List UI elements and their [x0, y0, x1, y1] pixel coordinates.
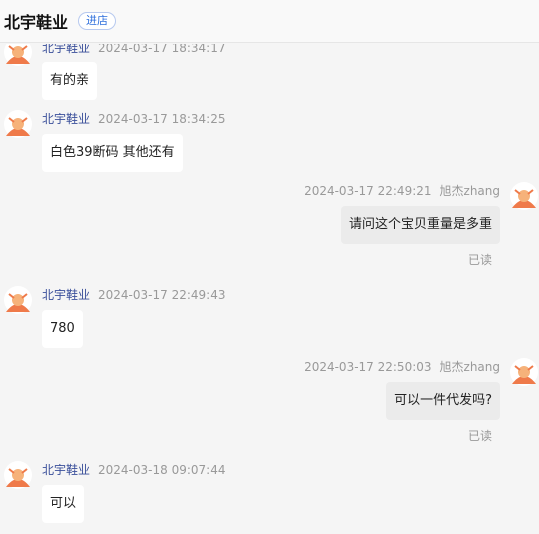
timestamp: 2024-03-17 22:49:21: [304, 184, 432, 198]
message-meta: 2024-03-17 22:50:03 旭杰zhang: [304, 358, 500, 375]
timestamp: 2024-03-18 09:07:44: [98, 463, 226, 477]
avatar-icon[interactable]: [510, 182, 538, 210]
message-bubble[interactable]: 有的亲: [42, 62, 98, 100]
message-list[interactable]: 北宇鞋业 2024-03-17 18:34:17 有的亲 北宇鞋业 2024-03-…: [0, 44, 539, 534]
message-meta: 北宇鞋业 2024-03-17 22:49:43: [42, 286, 225, 303]
avatar-icon[interactable]: [4, 110, 32, 138]
sender-name: 旭杰zhang: [439, 360, 500, 374]
message-bubble[interactable]: 780: [42, 310, 83, 348]
timestamp: 2024-03-17 18:34:25: [98, 112, 226, 126]
timestamp: 2024-03-17 22:49:43: [98, 288, 226, 302]
message-meta: 北宇鞋业 2024-03-17 18:34:17: [42, 44, 225, 56]
message-bubble[interactable]: 可以: [42, 485, 85, 523]
avatar-icon[interactable]: [4, 44, 32, 66]
timestamp: 2024-03-17 22:50:03: [304, 360, 432, 374]
message-bubble[interactable]: 可以一件代发吗?: [386, 382, 500, 420]
read-status: 已读: [467, 429, 492, 443]
message-meta: 2024-03-17 22:49:21 旭杰zhang: [304, 182, 500, 199]
timestamp: 2024-03-17 18:34:17: [98, 44, 226, 55]
shop-name[interactable]: 北宇鞋业: [4, 9, 68, 33]
read-status: 已读: [467, 253, 492, 267]
message-bubble[interactable]: 请问这个宝贝重量是多重: [340, 206, 500, 244]
sender-name[interactable]: 北宇鞋业: [42, 112, 90, 126]
sender-name[interactable]: 北宇鞋业: [42, 463, 90, 477]
message-bubble[interactable]: 白色39断码 其他还有: [42, 134, 183, 172]
avatar-icon[interactable]: [4, 286, 32, 314]
sender-name: 旭杰zhang: [439, 184, 500, 198]
sender-name[interactable]: 北宇鞋业: [42, 288, 90, 302]
avatar-icon[interactable]: [4, 461, 32, 489]
chat-header: 北宇鞋业 进店: [0, 0, 539, 43]
avatar-icon[interactable]: [510, 358, 538, 386]
sender-name[interactable]: 北宇鞋业: [42, 44, 90, 55]
enter-shop-button[interactable]: 进店: [78, 12, 117, 30]
message-meta: 北宇鞋业 2024-03-17 18:34:25: [42, 110, 225, 127]
message-meta: 北宇鞋业 2024-03-18 09:07:44: [42, 461, 225, 478]
